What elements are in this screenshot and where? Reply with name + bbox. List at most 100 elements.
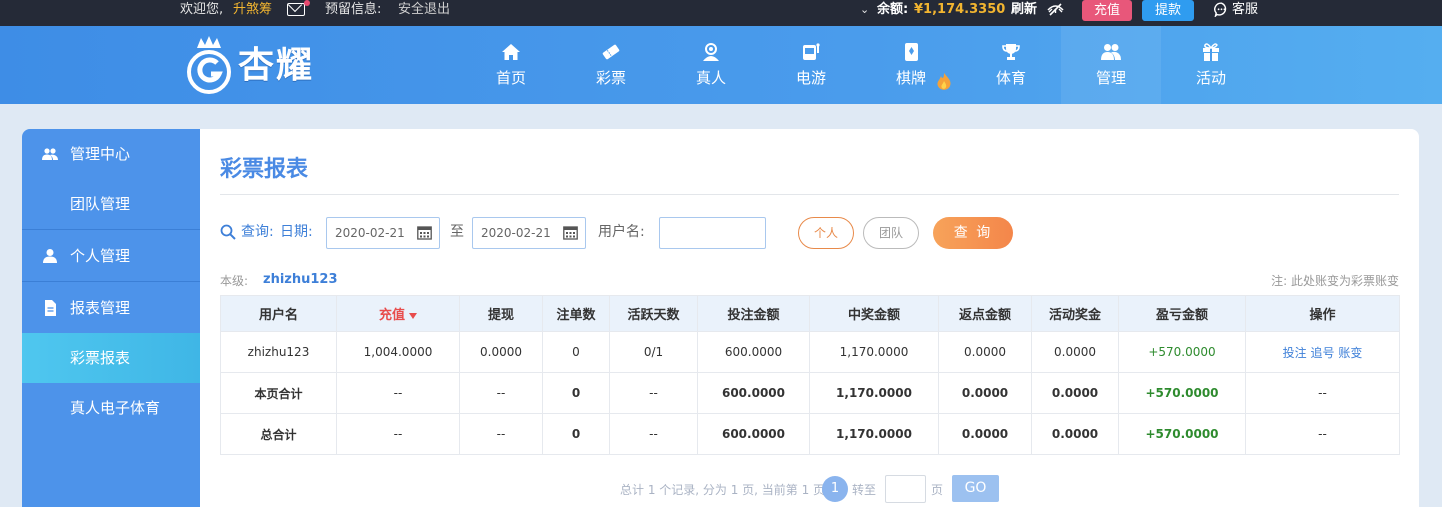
- sidebar-item-live-electronic-sports[interactable]: 真人电子体育: [22, 383, 200, 433]
- nav-egames[interactable]: 电游: [761, 26, 861, 104]
- date-label: 日期:: [280, 224, 313, 240]
- nav-lottery[interactable]: 彩票: [561, 26, 661, 104]
- nav-live[interactable]: 真人: [661, 26, 761, 104]
- cell-bonus: 0.0000: [1031, 331, 1119, 373]
- cell-rebate: 0.0000: [938, 413, 1032, 455]
- cell-active-days: --: [609, 372, 698, 414]
- column-header: 操作: [1245, 295, 1400, 332]
- cell-win: 1,170.0000: [809, 372, 939, 414]
- logo-text[interactable]: 杏耀: [238, 44, 314, 88]
- nav-label: 电游: [795, 69, 826, 87]
- refresh-button[interactable]: 刷新: [1011, 0, 1037, 20]
- cell-bet: 600.0000: [697, 413, 810, 455]
- sidebar-item-label: 真人电子体育: [70, 399, 161, 417]
- cell-actions: --: [1245, 413, 1400, 455]
- username-input[interactable]: [659, 217, 766, 249]
- date-to-value: 2020-02-21: [481, 226, 551, 240]
- nav-manage[interactable]: 管理: [1061, 26, 1161, 104]
- cell-rebate: 0.0000: [938, 331, 1032, 373]
- sidebar-item-lottery-report[interactable]: 彩票报表: [22, 333, 200, 383]
- cell-bonus: 0.0000: [1031, 413, 1119, 455]
- slot-icon: [803, 43, 820, 60]
- bet-record-link[interactable]: 投注: [1283, 346, 1307, 360]
- cell-orders: 0: [542, 372, 610, 414]
- query-button[interactable]: 查 询: [933, 217, 1013, 249]
- cell-bet: 600.0000: [697, 372, 810, 414]
- personal-toggle[interactable]: 个人: [798, 217, 854, 249]
- goto-label: 转至: [852, 483, 877, 497]
- date-from-input[interactable]: 2020-02-21: [326, 217, 440, 249]
- cell-label: 总合计: [220, 413, 337, 455]
- go-button[interactable]: GO: [952, 475, 999, 502]
- sidebar-item-report-management[interactable]: 报表管理: [22, 283, 200, 333]
- pagination-summary: 总计 1 个记录, 分为 1 页, 当前第 1 页: [620, 483, 826, 497]
- logout-link[interactable]: 安全退出: [398, 0, 450, 20]
- query-label: 查询:: [241, 224, 274, 240]
- chat-icon[interactable]: [1214, 2, 1229, 17]
- hot-flame-icon: [937, 73, 951, 90]
- sidebar-item-label: 团队管理: [70, 195, 131, 213]
- cell-profit: +570.0000: [1118, 331, 1246, 373]
- trophy-icon: [1002, 44, 1020, 60]
- goto-page-input[interactable]: [885, 475, 926, 503]
- sidebar-item-team-management[interactable]: 团队管理: [22, 179, 200, 229]
- customer-service-link[interactable]: 客服: [1232, 0, 1258, 20]
- team-toggle[interactable]: 团队: [863, 217, 919, 249]
- ledger-link[interactable]: 账变: [1338, 346, 1362, 360]
- column-header: 注单数: [542, 295, 610, 332]
- logo-emblem-icon[interactable]: [184, 36, 234, 94]
- hide-balance-icon[interactable]: [1047, 3, 1064, 16]
- nav-label: 彩票: [595, 69, 626, 87]
- mail-icon[interactable]: [287, 3, 305, 16]
- recharge-button[interactable]: 充值: [1082, 0, 1132, 21]
- date-range-separator: 至: [450, 224, 464, 240]
- cell-active-days: 0/1: [609, 331, 698, 373]
- title-divider: [220, 194, 1399, 195]
- sidebar-item-management-center[interactable]: 管理中心: [22, 129, 200, 179]
- date-from-value: 2020-02-21: [335, 226, 405, 240]
- balance-value: ¥1,174.3350: [914, 2, 1006, 17]
- person-icon: [43, 249, 57, 263]
- cell-active-days: --: [609, 413, 698, 455]
- nav-promotions[interactable]: 活动: [1161, 26, 1261, 104]
- ledger-note: 注: 此处账变为彩票账变: [1271, 274, 1399, 288]
- welcome-text: 欢迎您,: [180, 2, 224, 17]
- calendar-icon[interactable]: [563, 225, 578, 240]
- level-user-link[interactable]: zhizhu123: [263, 272, 338, 287]
- cell-withdraw: --: [459, 413, 543, 455]
- cell-actions: --: [1245, 372, 1400, 414]
- cell-withdraw: --: [459, 372, 543, 414]
- card-icon: [905, 43, 918, 61]
- date-to-input[interactable]: 2020-02-21: [472, 217, 586, 249]
- nav-chess[interactable]: 棋牌: [861, 26, 961, 104]
- calendar-icon[interactable]: [417, 225, 432, 240]
- nav-label: 活动: [1195, 69, 1226, 87]
- main-panel: 彩票报表 查询: 日期: 2020-02-21 至 2020-02-21 用户名…: [200, 129, 1419, 507]
- username-link[interactable]: 升煞筹: [233, 0, 272, 20]
- top-bar: 欢迎您, 升煞筹 预留信息: 安全退出 ⌄ 余额: ¥1,174.3350 刷新…: [0, 0, 1442, 26]
- withdraw-button[interactable]: 提款: [1142, 0, 1194, 21]
- nav-label: 首页: [495, 69, 526, 87]
- nav-home[interactable]: 首页: [461, 26, 561, 104]
- sidebar-item-label: 报表管理: [70, 299, 131, 317]
- nav-label: 真人: [695, 69, 726, 87]
- cell-recharge: --: [336, 413, 460, 455]
- sidebar-item-personal-management[interactable]: 个人管理: [22, 231, 200, 281]
- column-header: 用户名: [220, 295, 337, 332]
- column-header: 投注金额: [697, 295, 810, 332]
- reserved-info-label[interactable]: 预留信息:: [325, 0, 381, 20]
- column-header-sortable[interactable]: 充值: [336, 295, 460, 332]
- chevron-down-icon[interactable]: ⌄: [860, 0, 869, 20]
- grand-total-row: 总合计 -- -- 0 -- 600.0000 1,170.0000 0.000…: [220, 413, 1400, 455]
- page-number-current[interactable]: 1: [822, 476, 848, 502]
- cell-user: zhizhu123: [220, 331, 337, 373]
- cell-recharge: --: [336, 372, 460, 414]
- cell-actions: 投注 追号 账变: [1245, 331, 1400, 373]
- chase-record-link[interactable]: 追号: [1310, 346, 1334, 360]
- users-icon: [1101, 44, 1121, 60]
- cell-bet: 600.0000: [697, 331, 810, 373]
- nav-sports[interactable]: 体育: [961, 26, 1061, 104]
- cell-win: 1,170.0000: [809, 331, 939, 373]
- sort-desc-icon[interactable]: [409, 312, 417, 319]
- unread-dot: [304, 0, 310, 6]
